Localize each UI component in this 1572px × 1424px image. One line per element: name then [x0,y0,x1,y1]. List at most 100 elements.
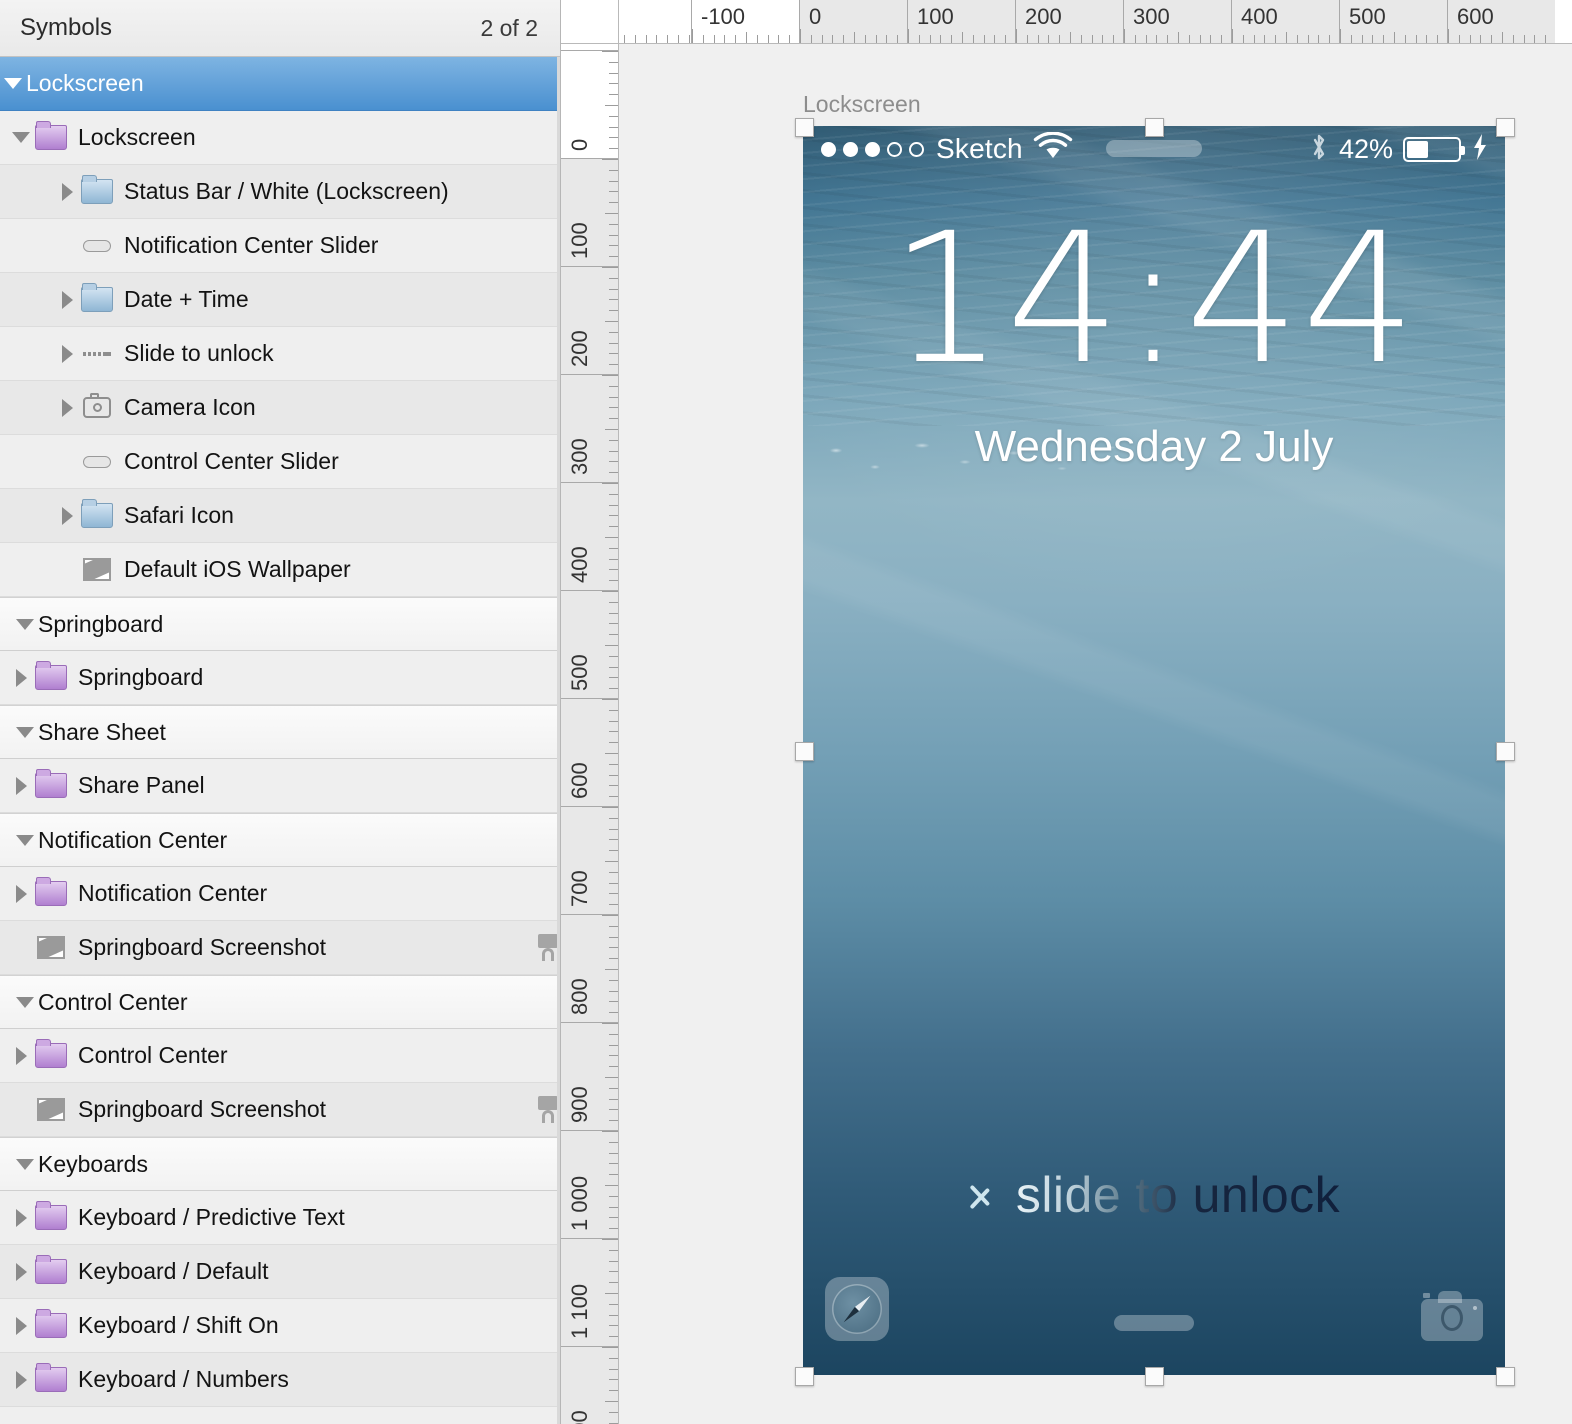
folder-icon [35,1309,67,1338]
ruler-ticks [908,29,1015,43]
layer-name: Springboard [38,610,164,637]
selection-handle-top-right[interactable] [1496,118,1515,137]
layer-icon [34,877,68,908]
layer-row[interactable]: Springboard Screenshot [0,921,560,975]
ruler-tick-label: 200 [1025,4,1062,29]
layer-row[interactable]: Status Bar / White (Lockscreen) [0,165,560,219]
notification-center-slider[interactable] [1106,140,1202,157]
layer-row[interactable]: Lockscreen [0,57,560,111]
selection-handle-bottom-right[interactable] [1496,1367,1515,1386]
disclosure-triangle[interactable] [54,327,80,380]
disclosure-triangle[interactable] [8,867,34,920]
layer-row[interactable]: Share Sheet [0,705,560,759]
disclosure-triangle[interactable] [8,111,34,164]
disclosure-triangle[interactable] [54,165,80,218]
layer-row[interactable]: Control Center [0,1029,560,1083]
layer-row[interactable]: Keyboard / Default [0,1245,560,1299]
artboard-lockscreen[interactable]: Sketch 42% 14:44 Wednesday 2 July slide … [803,126,1505,1375]
layer-icon [80,283,114,314]
ruler-segment: 1 000 [561,1130,618,1238]
control-center-slider[interactable] [1114,1315,1194,1331]
disclosure-triangle[interactable] [8,921,34,974]
layer-row[interactable]: Lockscreen [0,111,560,165]
selection-handle-bottom-center[interactable] [1145,1367,1164,1386]
ruler-segment: 1 100 [561,1238,618,1346]
sidebar-scrollbar[interactable] [557,57,560,1424]
layer-row[interactable]: Safari Icon [0,489,560,543]
safari-icon[interactable] [825,1277,889,1341]
layer-name: Share Panel [78,772,205,798]
selection-handle-top-left[interactable] [795,118,814,137]
disclosure-triangle[interactable] [12,976,38,1028]
disclosure-triangle[interactable] [12,706,38,758]
disclosure-triangle[interactable] [54,381,80,434]
layer-row[interactable]: Notification Center [0,867,560,921]
bitmap-image-icon [37,936,65,959]
layer-row[interactable]: Notification Center Slider [0,219,560,273]
disclosure-triangle[interactable] [8,651,34,704]
ruler-tick-label: 900 [567,1086,592,1123]
disclosure-triangle[interactable] [8,1353,34,1406]
layer-row[interactable]: Default iOS Wallpaper [0,543,560,597]
layer-name: Springboard Screenshot [78,1096,327,1122]
disclosure-triangle[interactable] [12,814,38,866]
layer-row[interactable]: Date + Time [0,273,560,327]
disclosure-triangle[interactable] [8,1299,34,1352]
layer-icon [34,1039,68,1070]
canvas-stage: -100 0 100 200 300 400 500 600 0 100 200 300 400 500… [561,0,1572,1424]
layer-icon [34,1309,68,1340]
layer-row[interactable]: Slide to unlock [0,327,560,381]
disclosure-triangle[interactable] [54,273,80,326]
disclosure-triangle[interactable] [54,435,80,488]
layer-row[interactable]: Control Center Slider [0,435,560,489]
disclosure-triangle[interactable] [8,1191,34,1244]
layer-row[interactable]: Springboard Screenshot [0,1083,560,1137]
camera-icon[interactable] [1421,1291,1483,1341]
slider-pill-icon [83,455,111,468]
layer-icon [80,175,114,206]
layer-row[interactable]: Keyboards [0,1137,560,1191]
layer-row[interactable]: Notification Center [0,813,560,867]
disclosure-triangle[interactable] [0,57,26,110]
layer-row[interactable]: Springboard [0,597,560,651]
folder-icon [35,769,67,798]
layer-row[interactable]: Control Center [0,975,560,1029]
disclosure-triangle[interactable] [8,1029,34,1082]
layer-name: Control Center [78,1042,228,1068]
artboard-label[interactable]: Lockscreen [803,91,921,118]
layer-row[interactable]: Keyboard / Predictive Text [0,1191,560,1245]
selection-handle-bottom-left[interactable] [795,1367,814,1386]
layer-row[interactable]: Keyboard / Numbers [0,1353,560,1407]
disclosure-triangle[interactable] [8,759,34,812]
design-canvas[interactable]: Lockscreen Sketch 42% 14:44 Wednesday 2 … [619,44,1572,1424]
layer-row[interactable]: Share Panel [0,759,560,813]
ruler-tick-label: 100 [917,4,954,29]
signal-dot [821,141,836,157]
disclosure-triangle[interactable] [12,1138,38,1190]
disclosure-triangle[interactable] [54,489,80,542]
layer-name: Safari Icon [124,502,234,528]
disclosure-triangle[interactable] [8,1245,34,1298]
layer-name: Date + Time [124,286,249,312]
ruler-ticks [692,29,799,43]
selection-handle-middle-right[interactable] [1496,742,1515,761]
layer-row[interactable]: Keyboard / Shift On [0,1299,560,1353]
selection-handle-top-center[interactable] [1145,118,1164,137]
disclosure-triangle[interactable] [12,598,38,650]
ruler-tick-label: 600 [1457,4,1494,29]
disclosure-triangle[interactable] [54,543,80,596]
horizontal-ruler[interactable]: -100 0 100 200 300 400 500 600 [619,0,1572,44]
disclosure-triangle[interactable] [54,219,80,272]
layer-row[interactable]: Springboard [0,651,560,705]
disclosure-triangle[interactable] [8,1083,34,1136]
folder-icon [35,1255,67,1284]
ruler-tick-label: 700 [567,870,592,907]
bluetooth-icon [1309,132,1329,167]
layer-row[interactable]: Camera Icon [0,381,560,435]
slide-to-unlock[interactable]: slide to unlock [803,1166,1505,1224]
vertical-ruler[interactable]: 0 100 200 300 400 500 600 700 800 900 1 000 1 100 20… [561,44,619,1424]
ruler-segment: 0 [561,50,618,158]
layer-icon [80,340,114,368]
selection-handle-middle-left[interactable] [795,742,814,761]
ruler-ticks [1124,29,1231,43]
